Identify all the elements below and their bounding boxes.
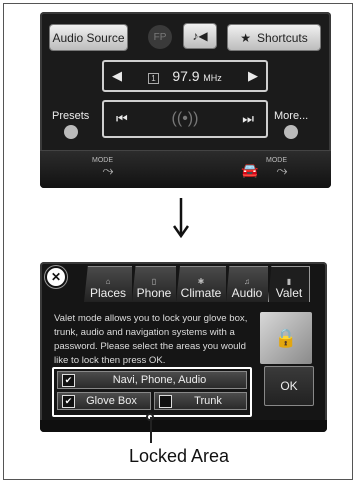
music-note-button[interactable]: ♪◀ [184, 24, 216, 48]
tune-up-icon[interactable]: ▶ [248, 68, 258, 84]
tuner-display: ◀ 1 97.9 MHz ▶ [102, 60, 268, 92]
frequency-readout: 1 97.9 MHz [148, 68, 222, 84]
more-label: More... [274, 110, 309, 122]
valet-screen: ✕ ⌂ Places ▯ Phone ✱ Climate ♫ Audio ▮ Valet … [40, 262, 327, 432]
presets-label: Presets [52, 110, 90, 122]
more-icon [284, 125, 299, 139]
mode-button-right[interactable]: MODE ⤳ [262, 157, 302, 183]
ok-button[interactable]: OK [264, 366, 314, 406]
star-icon: ★ [240, 30, 252, 45]
tab-places[interactable]: ⌂ Places [84, 266, 132, 302]
seek-panel: ⏮ ((•)) ⏭ [102, 100, 268, 138]
preset-number: 1 [148, 73, 159, 84]
checkbox-checked-icon[interactable]: ✔ [62, 373, 75, 387]
option-navi-phone-audio[interactable]: ✔ Navi, Phone, Audio [57, 371, 247, 389]
tune-down-icon[interactable]: ◀ [112, 68, 122, 84]
lock-illustration-icon: 🔒 [260, 312, 312, 364]
tab-label: Places [89, 286, 127, 300]
fp-icon[interactable]: FP [148, 25, 172, 49]
music-note-icon: ♪◀ [192, 29, 208, 43]
bottom-bar: MODE ⤳ 🚘 MODE ⤳ [40, 150, 331, 188]
locked-area-caption: Locked Area [128, 446, 230, 466]
tab-label: Audio [231, 286, 263, 300]
audio-screen: Audio Source FP ♪◀ ★ Shortcuts ◀ 1 97.9 … [40, 12, 331, 188]
tab-label: Climate [180, 286, 222, 300]
swipe-icon: ⤳ [102, 161, 114, 178]
option-glove-box[interactable]: ✔ Glove Box [57, 392, 151, 410]
option-label: Glove Box [86, 395, 137, 407]
seek-back-icon[interactable]: ⏮ [116, 111, 128, 127]
mode-icon: MODE [92, 157, 113, 164]
mode-button-left[interactable]: MODE ⤳ [88, 157, 128, 183]
checkbox-unchecked-icon[interactable] [159, 394, 172, 408]
car-icon: 🚘 [241, 161, 259, 178]
tab-audio[interactable]: ♫ Audio [226, 266, 268, 302]
shortcuts-label: Shortcuts [257, 30, 308, 45]
valet-icon: ▮ [286, 277, 292, 286]
frequency-unit: MHz [203, 73, 222, 83]
close-icon[interactable]: ✕ [45, 266, 67, 288]
fan-icon: ✱ [197, 277, 205, 286]
antenna-icon: ((•)) [171, 110, 199, 127]
bottom-bar [40, 420, 327, 432]
checkbox-checked-icon[interactable]: ✔ [62, 394, 75, 408]
option-label: Navi, Phone, Audio [112, 374, 207, 386]
music-note-icon: ♫ [244, 277, 250, 286]
more-button[interactable]: More... [274, 110, 308, 139]
audio-source-button[interactable]: Audio Source [50, 25, 127, 50]
swipe-icon: ⤳ [276, 161, 288, 178]
tab-phone[interactable]: ▯ Phone [132, 266, 176, 302]
option-label: Trunk [194, 395, 222, 407]
shortcuts-button[interactable]: ★ Shortcuts [228, 25, 320, 50]
tab-label: Valet [275, 286, 303, 300]
presets-button[interactable]: Presets [52, 110, 89, 139]
mode-icon: MODE [266, 157, 287, 164]
callout-line [150, 417, 152, 443]
tab-valet[interactable]: ▮ Valet [268, 266, 310, 302]
tab-label: Phone [136, 286, 172, 300]
tab-climate[interactable]: ✱ Climate [176, 266, 226, 302]
phone-icon: ▯ [151, 277, 157, 286]
places-icon: ⌂ [105, 277, 111, 286]
presets-icon [63, 125, 78, 139]
down-arrow-icon [173, 198, 189, 238]
frequency-value: 97.9 [172, 68, 200, 84]
valet-description: Valet mode allows you to lock your glove… [54, 313, 248, 366]
seek-forward-icon[interactable]: ⏭ [242, 111, 254, 127]
option-trunk[interactable]: Trunk [154, 392, 247, 410]
